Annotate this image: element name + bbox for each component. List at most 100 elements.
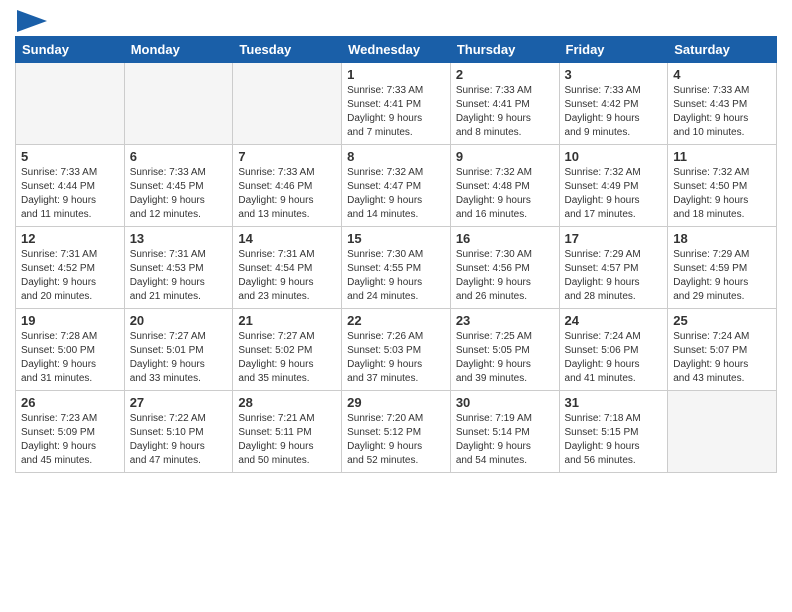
logo <box>15 10 47 28</box>
day-info: Sunrise: 7:27 AM Sunset: 5:01 PM Dayligh… <box>130 330 228 386</box>
week-row-3: 12Sunrise: 7:31 AM Sunset: 4:52 PM Dayli… <box>16 227 777 309</box>
calendar-cell: 2 Sunrise: 7:33 AM Sunset: 4:41 PM Daylig… <box>450 63 559 145</box>
calendar-cell <box>124 63 233 145</box>
weekday-header-tuesday: Tuesday <box>233 37 342 63</box>
week-row-5: 26 Sunrise: 7:23 AM Sunset: 5:09 PM Dayli… <box>16 391 777 473</box>
day-number: 7 <box>238 149 336 164</box>
day-info: Sunrise: 7:33 AM Sunset: 4:45 PM Dayligh… <box>130 166 228 222</box>
day-number: 24 <box>565 313 663 328</box>
day-info: Sunrise: 7:18 AM Sunset: 5:15 PM Dayligh… <box>565 412 663 468</box>
day-number: 25 <box>673 313 771 328</box>
calendar-cell: 15 Sunrise: 7:30 AM Sunset: 4:55 PM Dayli… <box>342 227 451 309</box>
calendar-cell: 9 Sunrise: 7:32 AM Sunset: 4:48 PM Daylig… <box>450 145 559 227</box>
day-number: 10 <box>565 149 663 164</box>
calendar-cell: 28 Sunrise: 7:21 AM Sunset: 5:11 PM Dayli… <box>233 391 342 473</box>
calendar-table: SundayMondayTuesdayWednesdayThursdayFrid… <box>15 36 777 473</box>
calendar-cell: 7 Sunrise: 7:33 AM Sunset: 4:46 PM Daylig… <box>233 145 342 227</box>
day-info: Sunrise: 7:21 AM Sunset: 5:11 PM Dayligh… <box>238 412 336 468</box>
day-number: 22 <box>347 313 445 328</box>
header <box>15 10 777 28</box>
day-info: Sunrise: 7:33 AM Sunset: 4:42 PM Dayligh… <box>565 84 663 140</box>
calendar-cell: 27 Sunrise: 7:22 AM Sunset: 5:10 PM Dayli… <box>124 391 233 473</box>
calendar-cell: 8 Sunrise: 7:32 AM Sunset: 4:47 PM Daylig… <box>342 145 451 227</box>
day-number: 14 <box>238 231 336 246</box>
calendar-cell: 24Sunrise: 7:24 AM Sunset: 5:06 PM Dayli… <box>559 309 668 391</box>
day-number: 23 <box>456 313 554 328</box>
day-number: 9 <box>456 149 554 164</box>
logo-arrow-icon <box>17 10 47 32</box>
day-number: 26 <box>21 395 119 410</box>
page-container: SundayMondayTuesdayWednesdayThursdayFrid… <box>0 0 792 612</box>
weekday-header-wednesday: Wednesday <box>342 37 451 63</box>
day-number: 19 <box>21 313 119 328</box>
day-info: Sunrise: 7:29 AM Sunset: 4:57 PM Dayligh… <box>565 248 663 304</box>
day-number: 28 <box>238 395 336 410</box>
day-number: 1 <box>347 67 445 82</box>
calendar-cell: 25 Sunrise: 7:24 AM Sunset: 5:07 PM Dayli… <box>668 309 777 391</box>
day-number: 2 <box>456 67 554 82</box>
day-number: 13 <box>130 231 228 246</box>
calendar-cell: 30 Sunrise: 7:19 AM Sunset: 5:14 PM Dayli… <box>450 391 559 473</box>
calendar-cell <box>16 63 125 145</box>
day-number: 18 <box>673 231 771 246</box>
day-info: Sunrise: 7:33 AM Sunset: 4:41 PM Dayligh… <box>347 84 445 140</box>
day-number: 16 <box>456 231 554 246</box>
week-row-4: 19Sunrise: 7:28 AM Sunset: 5:00 PM Dayli… <box>16 309 777 391</box>
calendar-cell: 1 Sunrise: 7:33 AM Sunset: 4:41 PM Daylig… <box>342 63 451 145</box>
day-info: Sunrise: 7:33 AM Sunset: 4:43 PM Dayligh… <box>673 84 771 140</box>
day-info: Sunrise: 7:25 AM Sunset: 5:05 PM Dayligh… <box>456 330 554 386</box>
calendar-cell: 10 Sunrise: 7:32 AM Sunset: 4:49 PM Dayli… <box>559 145 668 227</box>
day-number: 31 <box>565 395 663 410</box>
day-info: Sunrise: 7:33 AM Sunset: 4:41 PM Dayligh… <box>456 84 554 140</box>
weekday-header-monday: Monday <box>124 37 233 63</box>
day-number: 11 <box>673 149 771 164</box>
day-info: Sunrise: 7:26 AM Sunset: 5:03 PM Dayligh… <box>347 330 445 386</box>
weekday-header-row: SundayMondayTuesdayWednesdayThursdayFrid… <box>16 37 777 63</box>
calendar-cell <box>668 391 777 473</box>
calendar-cell: 23 Sunrise: 7:25 AM Sunset: 5:05 PM Dayli… <box>450 309 559 391</box>
day-info: Sunrise: 7:30 AM Sunset: 4:56 PM Dayligh… <box>456 248 554 304</box>
day-number: 3 <box>565 67 663 82</box>
calendar-cell: 26 Sunrise: 7:23 AM Sunset: 5:09 PM Dayli… <box>16 391 125 473</box>
day-info: Sunrise: 7:23 AM Sunset: 5:09 PM Dayligh… <box>21 412 119 468</box>
calendar-cell: 19Sunrise: 7:28 AM Sunset: 5:00 PM Dayli… <box>16 309 125 391</box>
day-info: Sunrise: 7:32 AM Sunset: 4:48 PM Dayligh… <box>456 166 554 222</box>
day-number: 15 <box>347 231 445 246</box>
calendar-cell: 29Sunrise: 7:20 AM Sunset: 5:12 PM Dayli… <box>342 391 451 473</box>
day-info: Sunrise: 7:22 AM Sunset: 5:10 PM Dayligh… <box>130 412 228 468</box>
day-info: Sunrise: 7:19 AM Sunset: 5:14 PM Dayligh… <box>456 412 554 468</box>
calendar-cell: 16 Sunrise: 7:30 AM Sunset: 4:56 PM Dayli… <box>450 227 559 309</box>
calendar-cell: 14 Sunrise: 7:31 AM Sunset: 4:54 PM Dayli… <box>233 227 342 309</box>
day-number: 29 <box>347 395 445 410</box>
day-number: 21 <box>238 313 336 328</box>
calendar-cell: 18Sunrise: 7:29 AM Sunset: 4:59 PM Dayli… <box>668 227 777 309</box>
day-info: Sunrise: 7:32 AM Sunset: 4:49 PM Dayligh… <box>565 166 663 222</box>
calendar-cell: 22 Sunrise: 7:26 AM Sunset: 5:03 PM Dayli… <box>342 309 451 391</box>
weekday-header-saturday: Saturday <box>668 37 777 63</box>
day-number: 6 <box>130 149 228 164</box>
calendar-cell: 3 Sunrise: 7:33 AM Sunset: 4:42 PM Daylig… <box>559 63 668 145</box>
calendar-cell: 21 Sunrise: 7:27 AM Sunset: 5:02 PM Dayli… <box>233 309 342 391</box>
day-number: 20 <box>130 313 228 328</box>
day-info: Sunrise: 7:24 AM Sunset: 5:07 PM Dayligh… <box>673 330 771 386</box>
weekday-header-friday: Friday <box>559 37 668 63</box>
day-info: Sunrise: 7:31 AM Sunset: 4:53 PM Dayligh… <box>130 248 228 304</box>
day-info: Sunrise: 7:32 AM Sunset: 4:50 PM Dayligh… <box>673 166 771 222</box>
calendar-cell: 20 Sunrise: 7:27 AM Sunset: 5:01 PM Dayli… <box>124 309 233 391</box>
calendar-cell: 6 Sunrise: 7:33 AM Sunset: 4:45 PM Daylig… <box>124 145 233 227</box>
day-number: 8 <box>347 149 445 164</box>
day-info: Sunrise: 7:27 AM Sunset: 5:02 PM Dayligh… <box>238 330 336 386</box>
day-number: 4 <box>673 67 771 82</box>
calendar-cell: 12Sunrise: 7:31 AM Sunset: 4:52 PM Dayli… <box>16 227 125 309</box>
day-info: Sunrise: 7:31 AM Sunset: 4:54 PM Dayligh… <box>238 248 336 304</box>
day-info: Sunrise: 7:30 AM Sunset: 4:55 PM Dayligh… <box>347 248 445 304</box>
day-number: 27 <box>130 395 228 410</box>
day-info: Sunrise: 7:32 AM Sunset: 4:47 PM Dayligh… <box>347 166 445 222</box>
week-row-1: 1 Sunrise: 7:33 AM Sunset: 4:41 PM Daylig… <box>16 63 777 145</box>
day-info: Sunrise: 7:33 AM Sunset: 4:46 PM Dayligh… <box>238 166 336 222</box>
day-number: 30 <box>456 395 554 410</box>
weekday-header-thursday: Thursday <box>450 37 559 63</box>
day-number: 17 <box>565 231 663 246</box>
calendar-cell: 5Sunrise: 7:33 AM Sunset: 4:44 PM Daylig… <box>16 145 125 227</box>
week-row-2: 5Sunrise: 7:33 AM Sunset: 4:44 PM Daylig… <box>16 145 777 227</box>
